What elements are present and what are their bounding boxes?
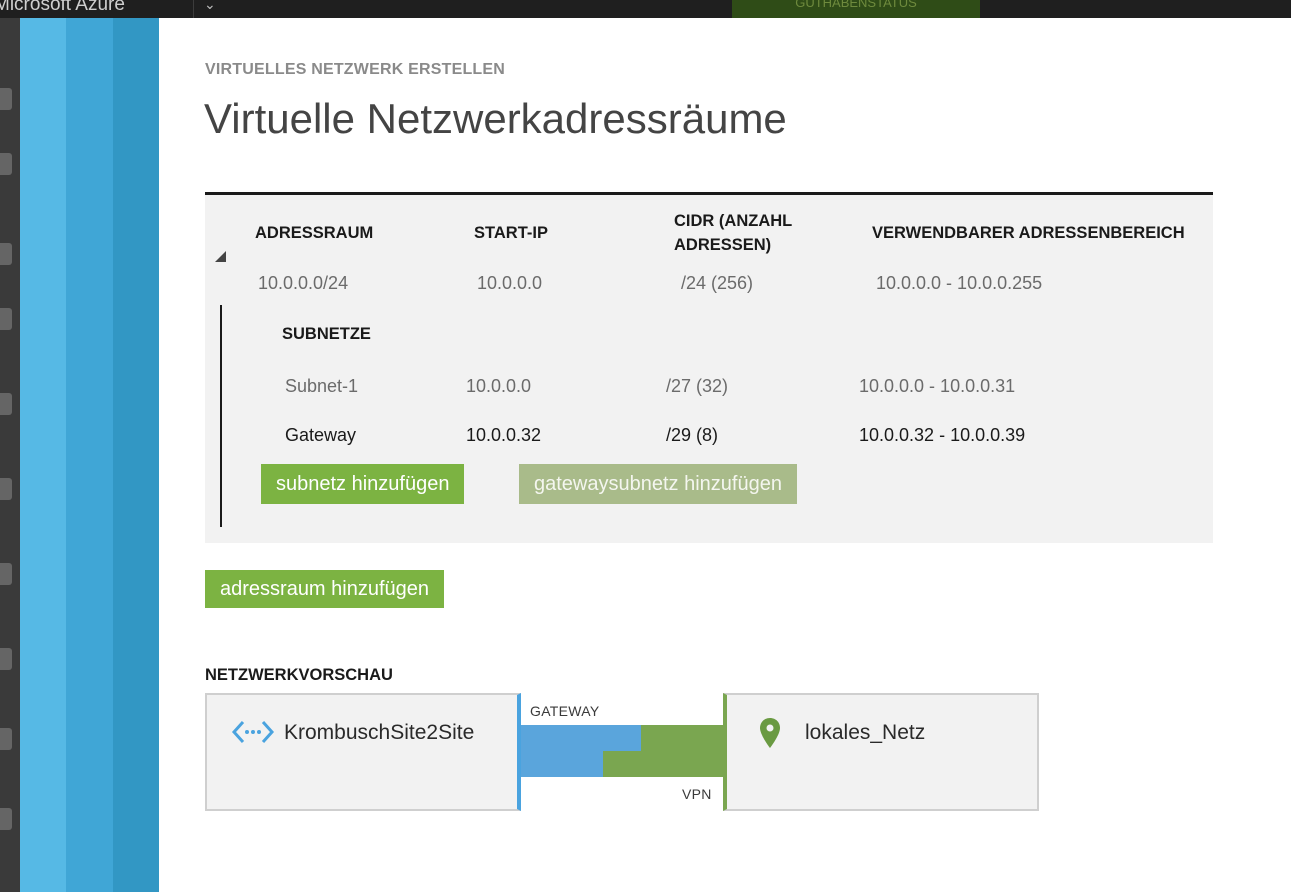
address-space-cidr[interactable]: /24 (256)	[681, 271, 753, 295]
create-vnet-dialog: VIRTUELLES NETZWERK ERSTELLEN Virtuelle …	[159, 18, 1291, 892]
address-space-table: ADRESSRAUM START-IP CIDR (ANZAHL ADRESSE…	[205, 192, 1213, 543]
add-subnet-button[interactable]: subnetz hinzufügen	[261, 464, 465, 504]
nav-icon[interactable]	[0, 308, 12, 330]
header-address-space: ADRESSRAUM	[255, 224, 374, 242]
subnet-tree-line	[220, 305, 222, 527]
header-cidr-line1: CIDR (ANZAHL	[674, 212, 793, 230]
vnet-preview-box: KrombuschSite2Site	[205, 693, 521, 811]
wizard-eyebrow: VIRTUELLES NETZWERK ERSTELLEN	[205, 61, 506, 78]
collapse-triangle-icon[interactable]	[215, 251, 226, 262]
local-network-name: lokales_Netz	[805, 721, 926, 744]
nav-icon[interactable]	[0, 563, 12, 585]
nav-icon[interactable]	[0, 808, 12, 830]
credit-status-tab[interactable]: GUTHABENSTATUS	[732, 0, 980, 18]
vnet-name: KrombuschSite2Site	[284, 721, 475, 744]
header-start-ip: START-IP	[474, 224, 548, 242]
wizard-step-1[interactable]	[20, 18, 66, 892]
vpn-label: VPN	[682, 786, 712, 802]
nav-icon[interactable]	[0, 478, 12, 500]
vpn-bar-top	[641, 725, 723, 751]
nav-icon[interactable]	[0, 728, 12, 750]
wizard-step-3[interactable]	[113, 18, 159, 892]
brand-logo-text: Microsoft Azure	[0, 0, 125, 15]
header-cidr: CIDR (ANZAHL ADRESSEN)	[674, 209, 792, 257]
portal-topbar: Microsoft Azure ⌄ GUTHABENSTATUS	[0, 0, 1291, 18]
gateway-label: GATEWAY	[530, 703, 600, 719]
subnet-range: 10.0.0.0 - 10.0.0.31	[859, 376, 1016, 396]
local-network-preview-box: lokales_Netz	[723, 693, 1039, 811]
network-preview-heading: NETZWERKVORSCHAU	[205, 666, 393, 684]
header-cidr-line2: ADRESSEN)	[674, 236, 772, 254]
add-gateway-subnet-button[interactable]: gatewaysubnetz hinzufügen	[519, 464, 797, 504]
page-title: Virtuelle Netzwerkadressräume	[204, 95, 787, 142]
portal-left-nav	[0, 18, 20, 892]
nav-icon[interactable]	[0, 153, 12, 175]
nav-icon[interactable]	[0, 88, 12, 110]
address-space-range: 10.0.0.0 - 10.0.0.255	[876, 273, 1043, 293]
subnet-range: 10.0.0.32 - 10.0.0.39	[859, 425, 1026, 445]
nav-icon[interactable]	[0, 648, 12, 670]
subnet-cidr[interactable]: /29 (8)	[666, 423, 718, 447]
nav-icon[interactable]	[0, 243, 12, 265]
vpn-bar-bottom	[603, 751, 723, 777]
wizard-step-2[interactable]	[66, 18, 113, 892]
chevron-down-icon[interactable]: ⌄	[204, 0, 216, 13]
subnets-heading: SUBNETZE	[282, 325, 371, 343]
subnet-cidr[interactable]: /27 (32)	[666, 374, 728, 398]
subnet-name[interactable]: Subnet-1	[285, 374, 358, 398]
subnet-start-ip[interactable]: 10.0.0.0	[466, 374, 531, 398]
subnet-start-ip[interactable]: 10.0.0.32	[466, 423, 541, 447]
nav-icon[interactable]	[0, 393, 12, 415]
address-space-name[interactable]: 10.0.0.0/24	[258, 271, 348, 295]
credit-status-label: GUTHABENSTATUS	[795, 0, 917, 10]
add-address-space-button[interactable]: adressraum hinzufügen	[205, 570, 445, 608]
header-usable-range: VERWENDBARER ADRESSENBEREICH	[872, 224, 1185, 242]
topbar-divider	[193, 0, 194, 18]
address-space-start-ip[interactable]: 10.0.0.0	[477, 271, 542, 295]
virtual-network-icon	[231, 717, 275, 751]
location-pin-icon	[759, 717, 781, 753]
subnet-name[interactable]: Gateway	[285, 423, 356, 447]
